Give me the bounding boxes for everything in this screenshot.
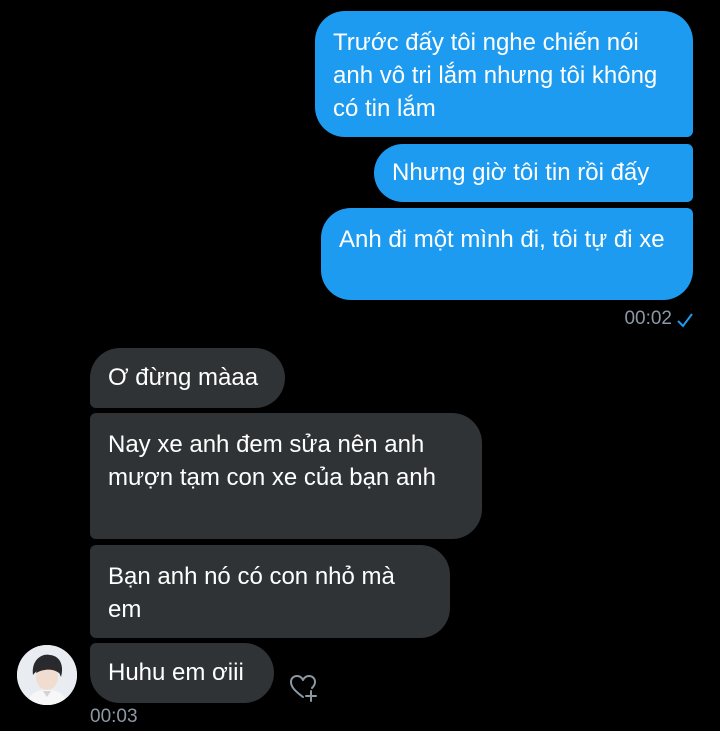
received-message-bubble[interactable]: Bạn anh nó có con nhỏ mà em: [90, 545, 450, 638]
received-timestamp: 00:03: [90, 706, 138, 727]
sent-message-bubble[interactable]: Nhưng giờ tôi tin rồi đấy: [374, 144, 693, 202]
received-message-bubble[interactable]: Ơ đừng màaa: [90, 348, 285, 408]
received-message-bubble[interactable]: Nay xe anh đem sửa nên anh mượn tạm con …: [90, 413, 482, 539]
check-icon: [677, 313, 693, 328]
sent-message-bubble[interactable]: Anh đi một mình đi, tôi tự đi xe: [321, 208, 693, 300]
avatar-image: [17, 645, 77, 705]
sent-timestamp: 00:02: [624, 308, 672, 329]
received-message-bubble[interactable]: Huhu em ơiii: [90, 643, 274, 703]
avatar[interactable]: [17, 645, 77, 705]
sent-message-bubble[interactable]: Trước đấy tôi nghe chiến nói anh vô tri …: [315, 11, 693, 137]
heart-plus-icon[interactable]: [287, 670, 321, 704]
